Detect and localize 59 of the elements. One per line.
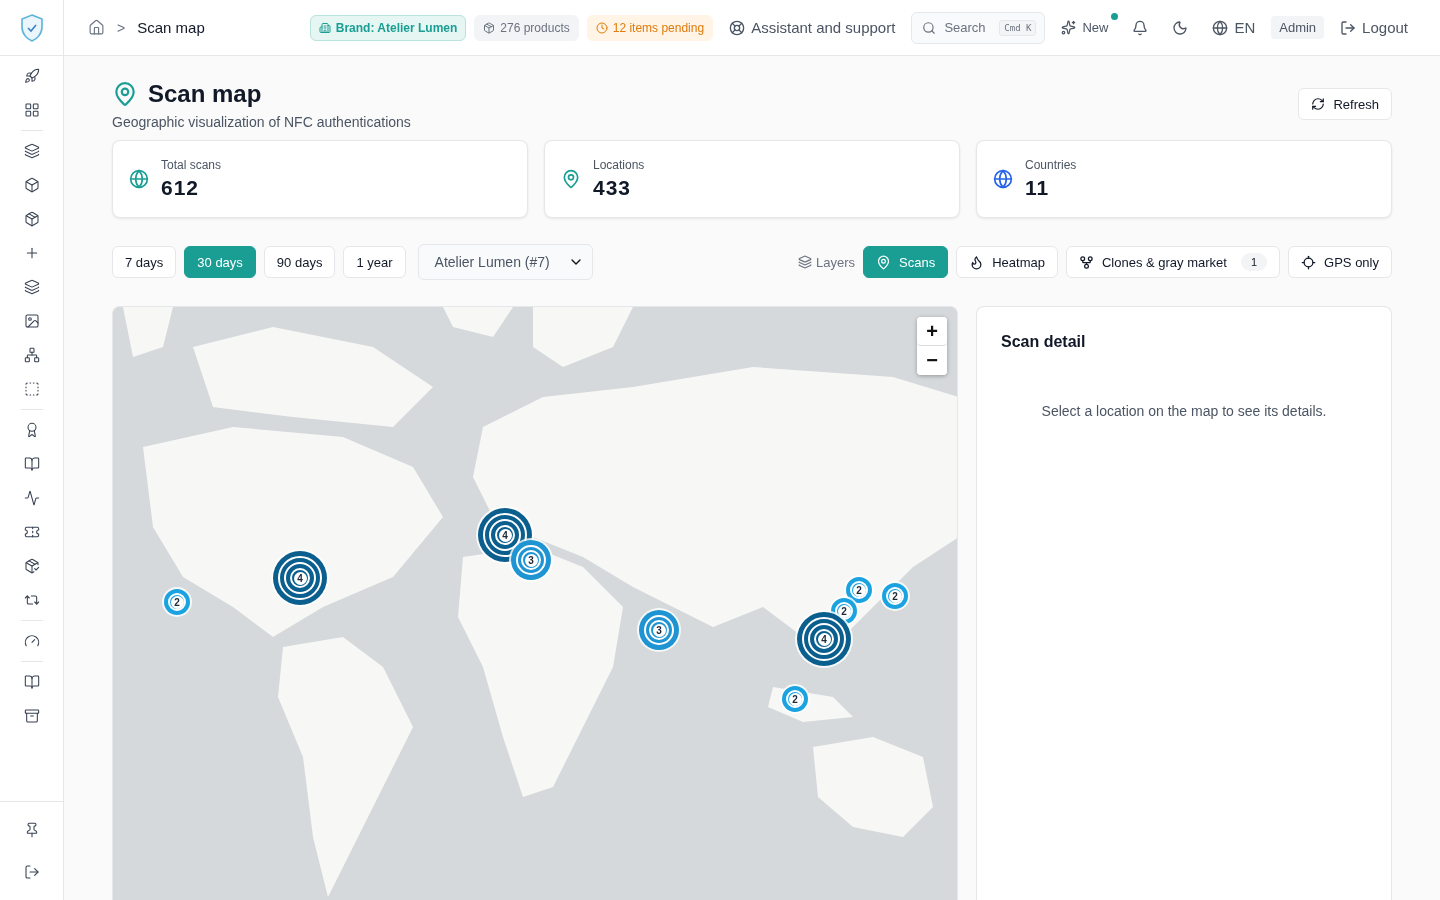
building-icon <box>318 21 331 34</box>
globe-icon <box>129 169 149 189</box>
brand-badge: Brand: Atelier Lumen <box>309 14 467 41</box>
panel-title: Scan detail <box>1001 333 1087 351</box>
period-tab[interactable]: 7 days <box>112 246 177 278</box>
cluster-marker[interactable]: 3 <box>639 610 679 650</box>
map[interactable]: 2 4 4 3 3 2 2 2 4 2 + − <box>112 306 958 900</box>
home-icon[interactable] <box>88 19 105 36</box>
logout-button[interactable]: Logout <box>1332 11 1416 44</box>
logout-icon <box>1340 19 1357 36</box>
search-icon <box>922 20 937 35</box>
refresh-button[interactable]: Refresh <box>1298 88 1392 120</box>
page-subtitle: Geographic visualization of NFC authentications <box>112 114 411 130</box>
pending-badge: 12 items pending <box>586 14 714 41</box>
breadcrumb-separator: > <box>117 19 126 36</box>
package-icon <box>483 21 496 34</box>
zoom-in-button[interactable]: + <box>917 317 947 346</box>
language-button[interactable]: EN <box>1204 11 1264 44</box>
cluster-marker[interactable]: 2 <box>846 577 872 603</box>
products-badge: 276 products <box>474 14 579 41</box>
stat-value: 11 <box>1025 176 1051 200</box>
cluster-marker[interactable]: 2 <box>882 583 908 609</box>
stat-label: Countries <box>1025 158 1077 172</box>
layer-toggle[interactable]: Heatmap <box>956 246 1058 278</box>
brand-select[interactable]: Atelier Lumen (#7) <box>417 244 593 280</box>
new-button[interactable]: New <box>1053 11 1117 44</box>
layers-label: Layers <box>798 254 856 270</box>
support-button[interactable]: Assistant and support <box>721 11 904 44</box>
period-tab[interactable]: 1 year <box>343 246 406 278</box>
layer-toggle[interactable]: GPS only <box>1288 246 1392 278</box>
breadcrumb-current: Scan map <box>137 19 205 36</box>
refresh-icon <box>1311 97 1326 111</box>
clock-icon <box>595 21 608 34</box>
zoom-out-button[interactable]: − <box>917 346 947 375</box>
crosshair-icon <box>1301 254 1317 270</box>
empty-message: Select a location on the map to see its details. <box>1040 403 1328 419</box>
role-label: Admin <box>1271 16 1325 39</box>
period-tab[interactable]: 90 days <box>263 246 336 278</box>
page-title: Scan map <box>148 80 262 108</box>
layers-icon <box>798 255 813 269</box>
cluster-marker[interactable]: 2 <box>782 686 808 712</box>
count-badge: 1 <box>1240 253 1268 271</box>
globe-icon <box>993 169 1013 189</box>
stat-value: 433 <box>593 176 633 200</box>
lifebuoy-icon <box>729 19 746 36</box>
map-pin-icon <box>876 254 892 270</box>
layer-toggle[interactable]: Clones & gray market 1 <box>1065 246 1281 278</box>
search-field[interactable]: Search Cmd K <box>911 11 1046 44</box>
cluster-marker[interactable]: 2 <box>164 589 190 615</box>
stat-label: Total scans <box>161 158 222 172</box>
globe-icon <box>1212 19 1229 36</box>
cluster-marker[interactable]: 3 <box>511 540 551 580</box>
stat-value: 612 <box>161 176 201 200</box>
map-pin-icon <box>561 169 581 189</box>
map-pin-icon <box>112 81 138 107</box>
shield-logo <box>19 13 44 42</box>
sparkles-icon <box>1061 20 1077 35</box>
fork-icon <box>1078 254 1094 270</box>
stat-label: Locations <box>593 158 645 172</box>
